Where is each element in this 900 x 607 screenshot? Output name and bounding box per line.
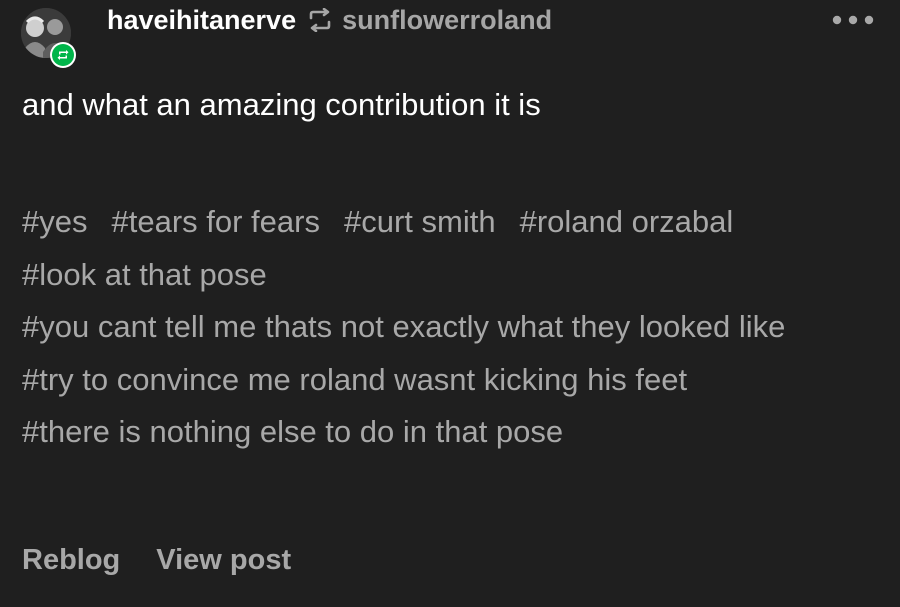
tag-curt-smith[interactable]: #curt smith bbox=[344, 204, 496, 239]
reblog-button[interactable]: Reblog bbox=[22, 544, 120, 577]
view-post-button[interactable]: View post bbox=[156, 544, 291, 577]
reblog-badge-icon bbox=[57, 50, 69, 60]
more-options-button[interactable] bbox=[828, 8, 878, 32]
tag-you-cant-tell-me[interactable]: #you cant tell me thats not exactly what… bbox=[22, 301, 848, 354]
post-header: haveihitanerve sunflowerroland bbox=[0, 0, 900, 68]
avatar[interactable] bbox=[21, 8, 76, 68]
tags-inline-row: #yes #tears for fears #curt smith #roland o… bbox=[22, 196, 872, 249]
reblog-badge bbox=[50, 42, 76, 68]
tag-roland-orzabal[interactable]: #roland orzabal bbox=[520, 204, 734, 239]
source-blog-link[interactable]: sunflowerroland bbox=[342, 5, 552, 36]
reblog-icon bbox=[306, 8, 334, 32]
tag-look-at-that-pose[interactable]: #look at that pose bbox=[22, 249, 848, 302]
post-body-text: and what an amazing contribution it is bbox=[22, 87, 541, 122]
tag-yes[interactable]: #yes bbox=[22, 204, 87, 239]
blog-name-link[interactable]: haveihitanerve bbox=[107, 5, 296, 36]
tag-tears-for-fears[interactable]: #tears for fears bbox=[111, 204, 319, 239]
post-card: haveihitanerve sunflowerroland and what … bbox=[0, 0, 900, 607]
post-footer: Reblog View post bbox=[22, 540, 291, 580]
tag-there-is-nothing-else[interactable]: #there is nothing else to do in that pos… bbox=[22, 406, 848, 459]
more-options-icon bbox=[832, 15, 874, 25]
post-tags: #yes #tears for fears #curt smith #roland o… bbox=[22, 196, 872, 459]
post-attribution: haveihitanerve sunflowerroland bbox=[107, 3, 552, 37]
tag-try-to-convince-me[interactable]: #try to convince me roland wasnt kicking… bbox=[22, 354, 848, 407]
